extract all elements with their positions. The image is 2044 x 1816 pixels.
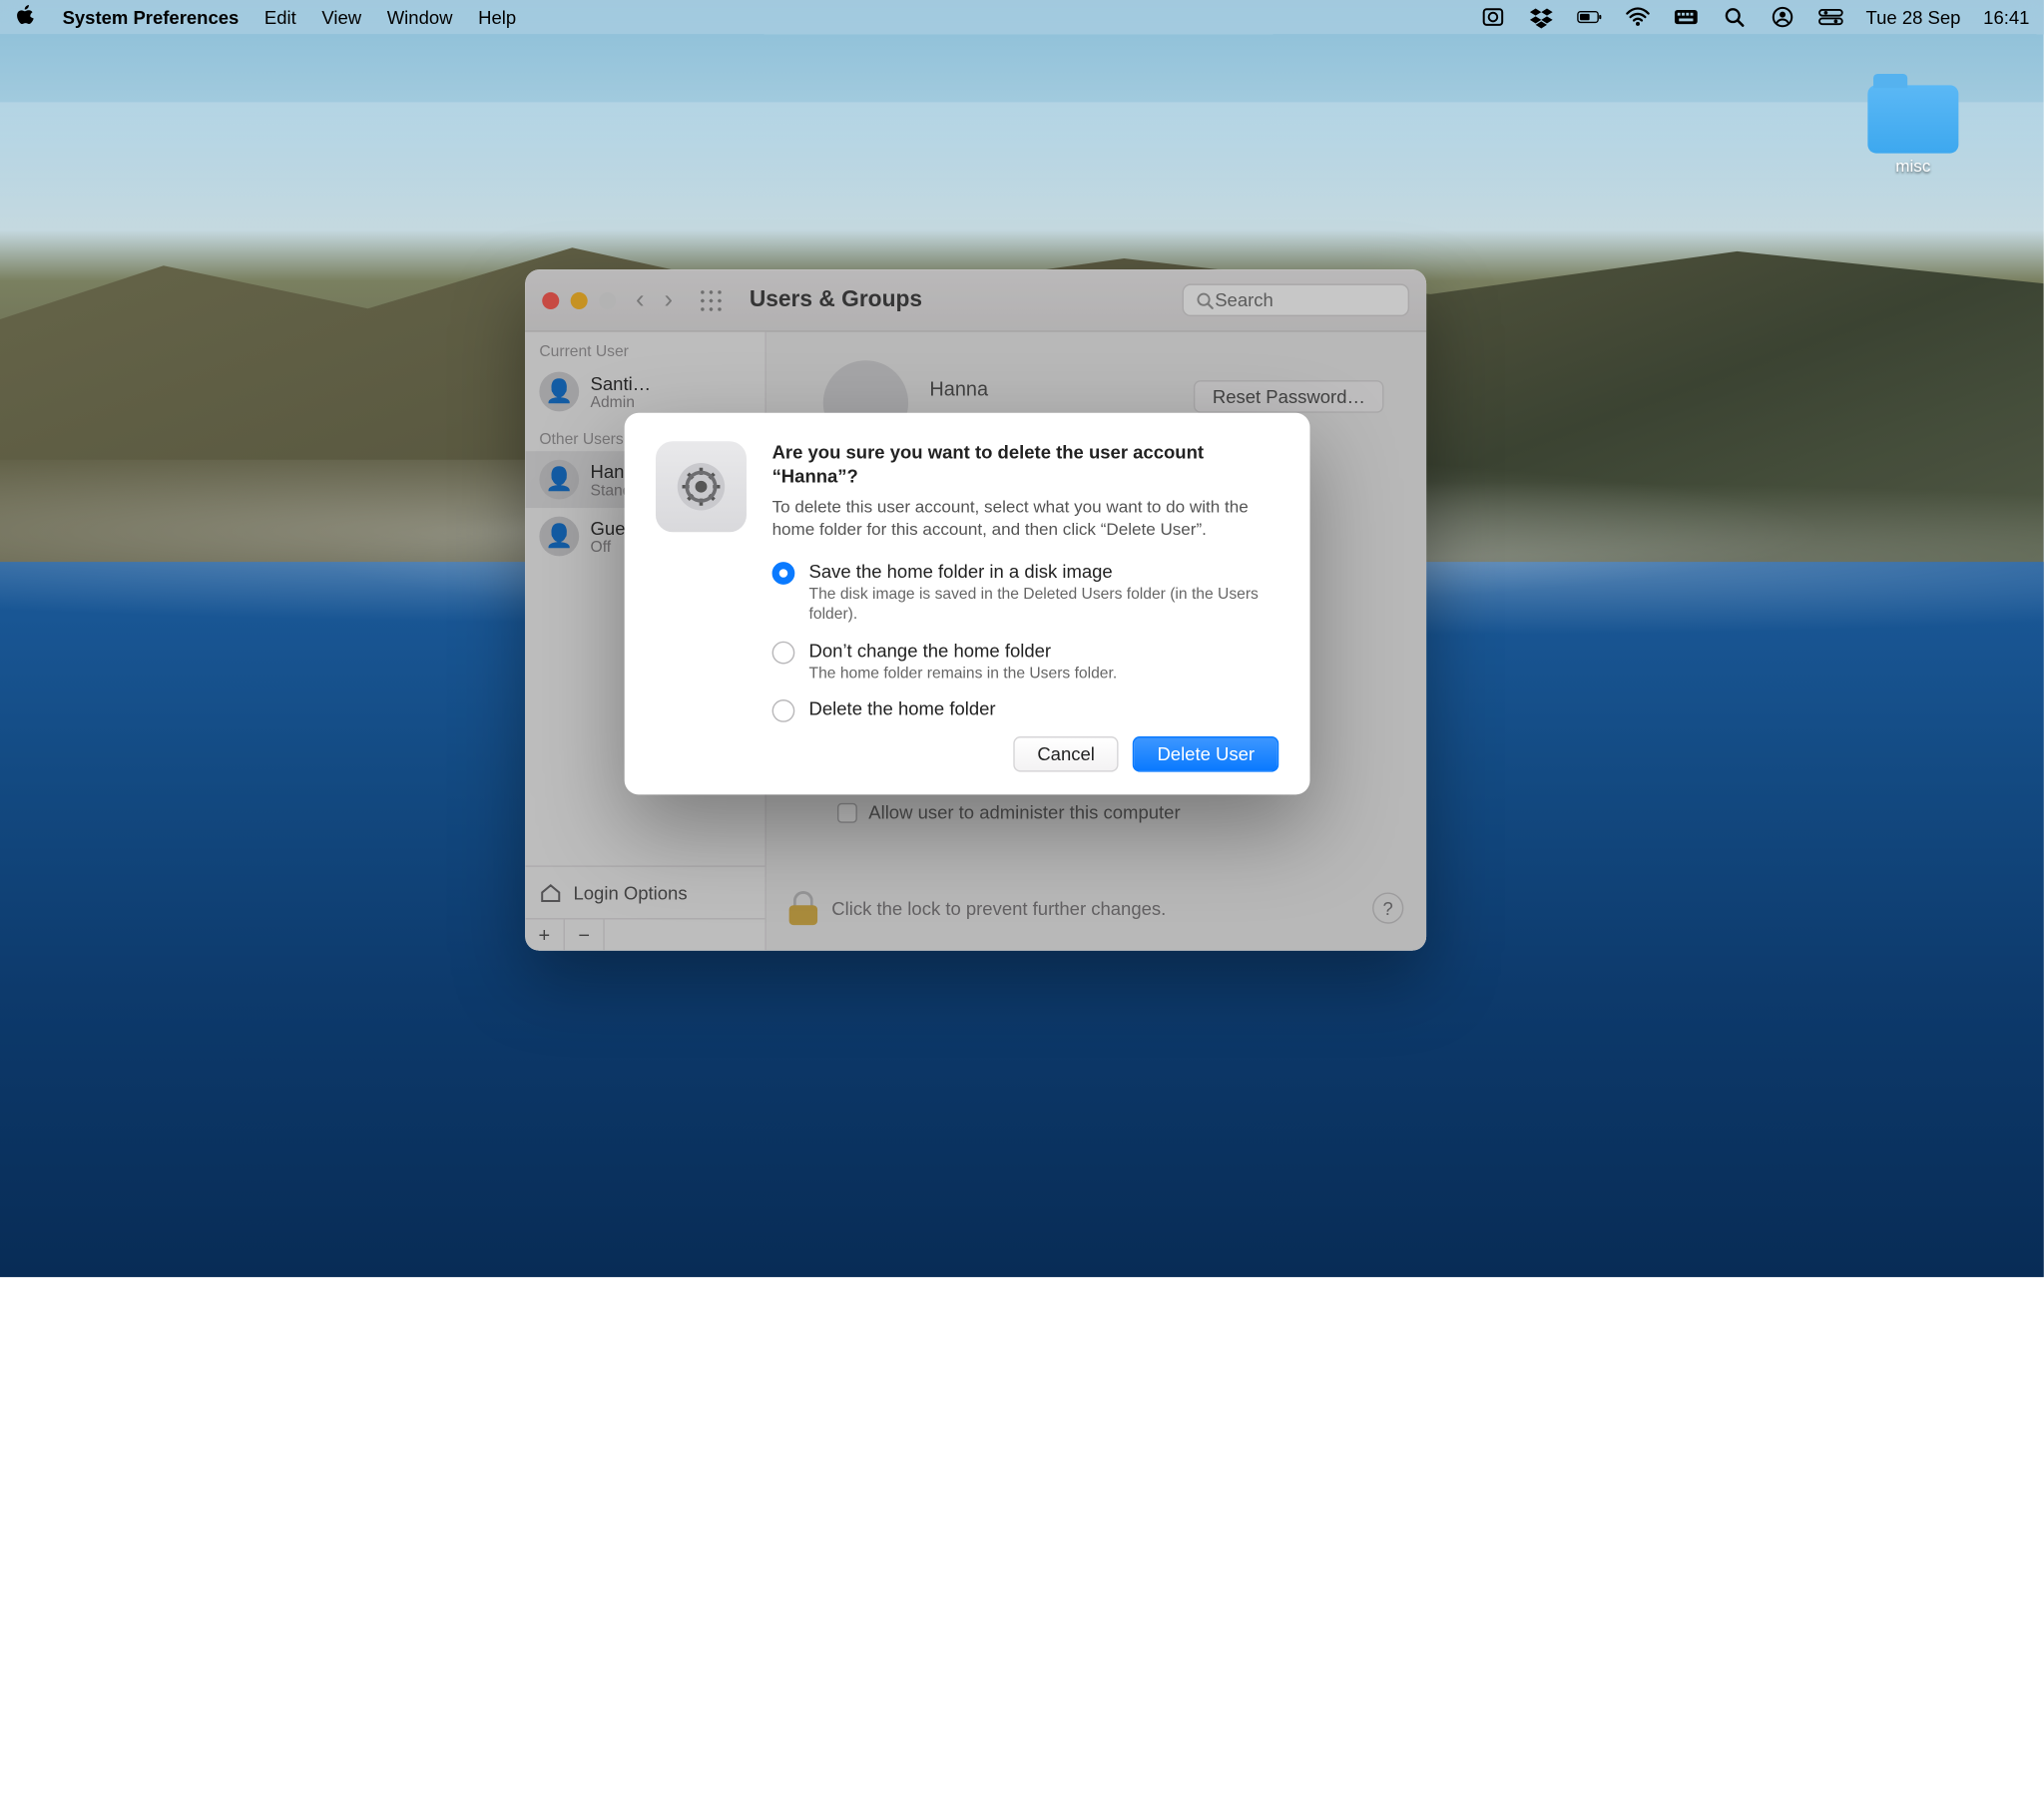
folder-icon [1867,85,1958,153]
menu-edit[interactable]: Edit [264,6,296,27]
radio-option-delete-folder[interactable]: Delete the home folder [772,698,1279,722]
user-account-icon[interactable] [1770,4,1795,30]
checkbox-icon [837,802,857,822]
cancel-button[interactable]: Cancel [1013,736,1119,772]
radio-description: The home folder remains in the Users fol… [809,664,1118,683]
menubar-app-name[interactable]: System Preferences [63,6,240,27]
show-all-button[interactable] [699,287,725,313]
remove-user-button[interactable]: − [565,919,605,950]
admin-checkbox-label: Allow user to administer this computer [868,801,1180,822]
login-options-label: Login Options [573,882,687,903]
desktop-folder-label: misc [1867,156,1958,176]
radio-option-dont-change[interactable]: Don’t change the home folder The home fo… [772,640,1279,684]
menu-window[interactable]: Window [387,6,453,27]
minimize-button[interactable] [571,291,588,308]
sidebar-user-current[interactable]: 👤 Santi… Admin [525,363,765,420]
traffic-lights [542,291,616,308]
sheet-subtitle: To delete this user account, select what… [772,495,1279,541]
radio-description: The disk image is saved in the Deleted U… [809,585,1279,626]
sheet-body: Are you sure you want to delete the user… [772,441,1279,771]
lock-text: Click the lock to prevent further change… [831,897,1166,918]
delete-user-sheet: Are you sure you want to delete the user… [625,413,1310,795]
user-title: Hanna [929,377,988,400]
search-input[interactable] [1215,289,1385,310]
desktop: System Preferences Edit View Window Help [0,0,2044,1277]
back-button[interactable]: ‹ [636,285,645,315]
avatar-icon: 👤 [539,517,579,557]
sheet-buttons: Cancel Delete User [772,736,1279,772]
menubar-time[interactable]: 16:41 [1983,6,2029,27]
delete-user-button[interactable]: Delete User [1133,736,1278,772]
menubar: System Preferences Edit View Window Help [0,0,2044,34]
radio-option-save-disk-image[interactable]: Save the home folder in a disk image The… [772,561,1279,626]
apple-menu[interactable] [14,4,37,31]
screenshot-icon[interactable] [1480,4,1506,30]
reset-password-button[interactable]: Reset Password… [1194,380,1383,413]
search-field[interactable] [1183,283,1410,316]
radio-icon [772,699,795,722]
wallpaper-sky [0,102,2044,255]
control-center-icon[interactable] [1817,4,1843,30]
sidebar-bottom: Login Options + − [525,865,765,950]
lock-row: Click the lock to prevent further change… [789,891,1404,925]
wifi-icon[interactable] [1625,4,1651,30]
menubar-right: Tue 28 Sep 16:41 [1480,4,2030,30]
radio-label: Don’t change the home folder [809,640,1118,661]
search-icon [1195,290,1215,310]
dropbox-icon[interactable] [1528,4,1554,30]
avatar-icon: 👤 [539,372,579,412]
menubar-left: System Preferences Edit View Window Help [14,4,516,31]
avatar-icon: 👤 [539,460,579,500]
nav-arrows: ‹ › [636,285,673,315]
menu-help[interactable]: Help [478,6,516,27]
window-titlebar: ‹ › Users & Groups [525,269,1426,332]
add-user-button[interactable]: + [525,919,565,950]
home-icon [539,881,562,904]
sheet-title: Are you sure you want to delete the user… [772,441,1279,489]
admin-checkbox-row[interactable]: Allow user to administer this computer [837,801,1181,822]
close-button[interactable] [542,291,559,308]
forward-button[interactable]: › [664,285,673,315]
radio-label: Save the home folder in a disk image [809,561,1279,582]
desktop-folder-misc[interactable]: misc [1867,85,1958,176]
battery-icon[interactable] [1576,4,1602,30]
zoom-button[interactable] [599,291,616,308]
radio-icon [772,641,795,664]
sidebar-user-name: Santi… [591,372,652,393]
login-options[interactable]: Login Options [525,867,765,918]
menu-view[interactable]: View [321,6,361,27]
menubar-date[interactable]: Tue 28 Sep [1866,6,1961,27]
window-title: Users & Groups [750,287,922,313]
keyboard-input-icon[interactable] [1673,4,1699,30]
help-button[interactable]: ? [1372,892,1403,923]
lock-icon[interactable] [789,891,817,925]
apple-icon [14,4,37,27]
spotlight-icon[interactable] [1721,4,1747,30]
radio-icon [772,562,795,585]
sidebar-user-role: Admin [591,394,652,411]
sidebar-section-current: Current User [525,332,765,363]
add-remove-row: + − [525,918,765,951]
radio-label: Delete the home folder [809,698,996,719]
system-preferences-icon [656,441,747,532]
